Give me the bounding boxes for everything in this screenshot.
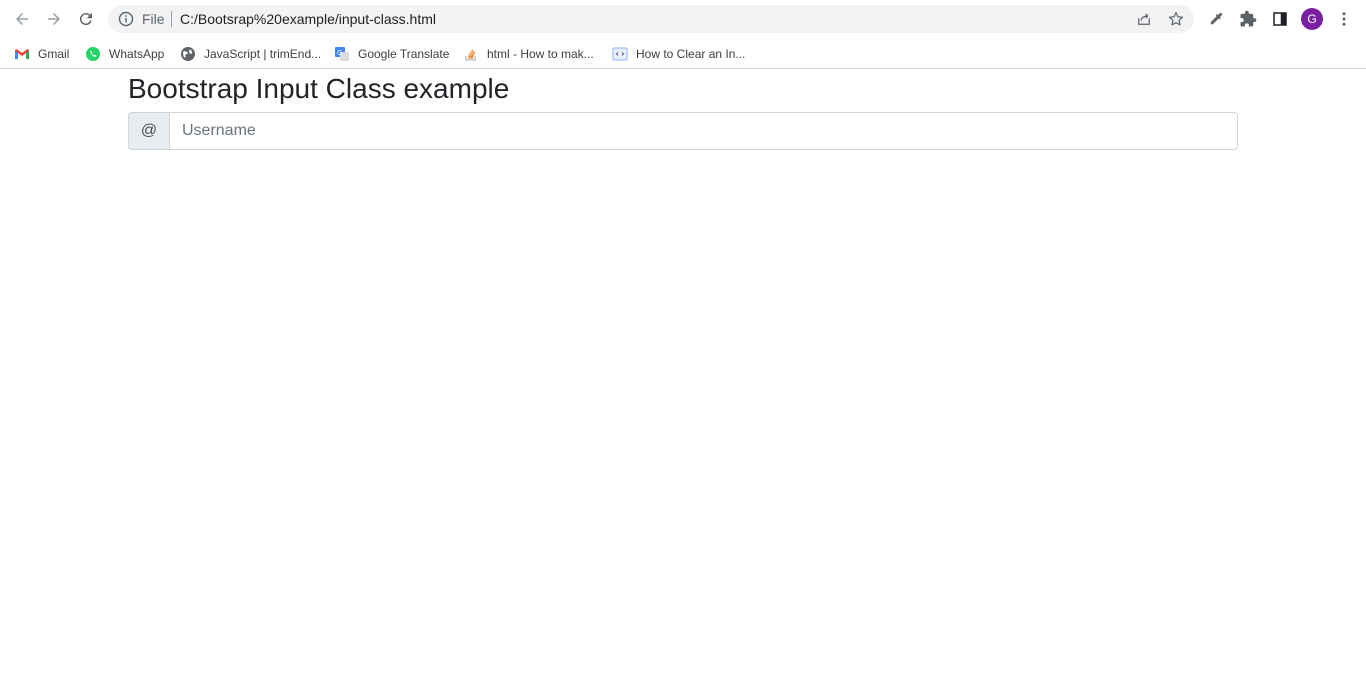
reload-icon <box>79 13 92 26</box>
forward-button[interactable] <box>40 5 68 33</box>
code-page-icon <box>612 47 628 61</box>
bookmarks-bar: Gmail WhatsApp JavaScript | trimEnd... G… <box>0 38 1366 69</box>
username-input-group: @ <box>128 112 1238 150</box>
gmail-icon <box>15 49 29 59</box>
svg-text:G: G <box>337 49 342 57</box>
url-separator <box>171 11 172 27</box>
back-button[interactable] <box>8 5 36 33</box>
address-bar[interactable]: File C:/Bootsrap%20example/input-class.h… <box>108 5 1194 33</box>
forward-arrow-icon <box>48 13 60 25</box>
globe-icon <box>181 47 195 61</box>
bookmark-label: html - How to mak... <box>487 47 594 61</box>
bookmark-label: WhatsApp <box>109 47 165 61</box>
back-arrow-icon <box>16 13 28 25</box>
bookmark-label: Gmail <box>38 47 70 61</box>
bookmark-label: JavaScript | trimEnd... <box>204 47 322 61</box>
bookmark-how-to-clear[interactable]: How to Clear an In... <box>612 42 745 66</box>
more-options-icon[interactable] <box>1335 10 1353 28</box>
url-scheme: File <box>142 11 165 27</box>
at-sign-addon: @ <box>128 112 169 150</box>
info-icon[interactable] <box>118 11 134 27</box>
bookmark-javascript-trimend[interactable]: JavaScript | trimEnd... <box>180 42 321 66</box>
bookmark-label: Google Translate <box>358 47 450 61</box>
bookmark-star-icon[interactable] <box>1167 10 1185 28</box>
browser-toolbar: File C:/Bootsrap%20example/input-class.h… <box>0 0 1366 38</box>
side-panel-icon[interactable] <box>1271 10 1289 28</box>
username-input[interactable] <box>169 112 1238 150</box>
bookmark-whatsapp[interactable]: WhatsApp <box>85 42 164 66</box>
bookmark-html-how-to[interactable]: html - How to mak... <box>463 42 594 66</box>
eyedropper-extension-icon[interactable] <box>1207 10 1225 28</box>
bookmark-gmail[interactable]: Gmail <box>14 42 69 66</box>
reload-button[interactable] <box>72 5 100 33</box>
extensions-puzzle-icon[interactable] <box>1239 10 1257 28</box>
google-translate-icon: G <box>335 47 349 61</box>
whatsapp-icon <box>86 47 100 61</box>
page-title: Bootstrap Input Class example <box>128 73 510 104</box>
stackoverflow-icon <box>465 49 476 61</box>
url-text[interactable]: C:/Bootsrap%20example/input-class.html <box>180 11 436 27</box>
profile-avatar[interactable]: G <box>1301 8 1323 30</box>
bookmark-label: How to Clear an In... <box>636 47 746 61</box>
bookmark-google-translate[interactable]: G Google Translate <box>334 42 449 66</box>
share-icon[interactable] <box>1135 10 1153 28</box>
